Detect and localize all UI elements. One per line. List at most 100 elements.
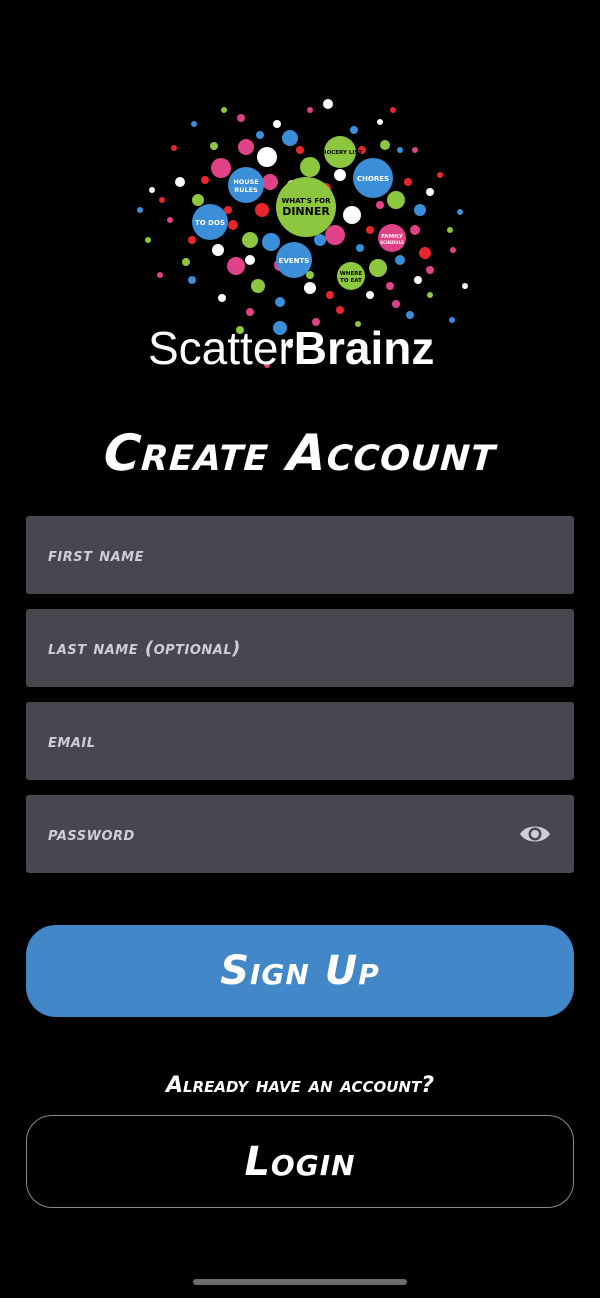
bubble-family-schedule: FAMILY SCHEDULE: [378, 224, 406, 252]
login-button[interactable]: Login: [26, 1115, 574, 1208]
logo-dot: [386, 282, 394, 290]
logo-dot: [227, 257, 245, 275]
logo-dot: [212, 244, 224, 256]
sign-up-button[interactable]: Sign Up: [26, 925, 574, 1017]
svg-text:GROCERY LIST: GROCERY LIST: [318, 150, 363, 156]
logo-dot: [380, 140, 390, 150]
logo-dot: [238, 139, 254, 155]
logo-dot: [175, 177, 185, 187]
logo-dot: [282, 130, 298, 146]
logo-dot: [237, 114, 245, 122]
logo-dot: [449, 317, 455, 323]
logo-dot: [414, 204, 426, 216]
logo-dot: [145, 237, 151, 243]
logo-dot: [369, 259, 387, 277]
svg-text:DINNER: DINNER: [282, 205, 330, 218]
logo-dot: [242, 232, 258, 248]
logo-dot: [300, 157, 320, 177]
logo-dot: [159, 197, 165, 203]
eye-icon[interactable]: [518, 819, 552, 849]
logo-dot: [366, 226, 374, 234]
logo-dot: [323, 99, 333, 109]
logo-dot: [251, 279, 265, 293]
logo-dot: [182, 258, 190, 266]
logo-dot: [167, 217, 173, 223]
bubble-house-rules: HOUSE RULES: [228, 167, 264, 203]
logo-dot: [462, 283, 468, 289]
svg-text:TO DOS: TO DOS: [195, 219, 225, 227]
logo-dot: [343, 206, 361, 224]
logo-dot: [414, 276, 422, 284]
logo-dot: [304, 282, 316, 294]
logo-dot: [426, 188, 434, 196]
logo-dot: [457, 209, 463, 215]
logo-dot: [314, 234, 326, 246]
home-indicator: [193, 1279, 407, 1285]
bubble-to-dos: TO DOS: [192, 204, 228, 240]
logo-dot: [336, 306, 344, 314]
page-title: Create Account: [102, 424, 498, 482]
logo-dot: [191, 121, 197, 127]
logo-dot: [406, 311, 414, 319]
last-name-field[interactable]: [26, 609, 574, 687]
logo-dot: [387, 191, 405, 209]
last-name-input[interactable]: [26, 609, 574, 687]
logo-graphic: GROCERY LIST HOUSE RULES CHORES WHAT'S F…: [137, 99, 468, 374]
logo-dot: [275, 297, 285, 307]
svg-text:CHORES: CHORES: [357, 175, 389, 183]
svg-text:TO EAT: TO EAT: [340, 278, 362, 284]
logo-dot: [404, 178, 412, 186]
first-name-field[interactable]: [26, 516, 574, 594]
password-input[interactable]: [26, 795, 574, 873]
login-prompt: Already have an account?: [166, 1073, 434, 1098]
logo-dot: [228, 220, 238, 230]
bubble-where-to-eat: WHERE TO EAT: [337, 262, 365, 290]
logo-dot: [201, 176, 209, 184]
logo-dot: [419, 247, 431, 259]
logo-wordmark: ScatterBrainz: [148, 322, 434, 374]
svg-text:WHERE: WHERE: [340, 271, 363, 277]
logo-dot: [397, 147, 403, 153]
bubble-events: EVENTS: [276, 242, 312, 278]
logo-dot: [137, 207, 143, 213]
logo-dot: [256, 131, 264, 139]
logo-dot: [221, 107, 227, 113]
logo-dot: [211, 158, 231, 178]
svg-text:WHAT'S FOR: WHAT'S FOR: [282, 197, 332, 205]
logo-dot: [245, 255, 255, 265]
logo-dot: [427, 292, 433, 298]
logo-dot: [210, 142, 218, 150]
logo-dot: [149, 187, 155, 193]
first-name-input[interactable]: [26, 516, 574, 594]
logo-dot: [218, 294, 226, 302]
svg-text:EVENTS: EVENTS: [279, 257, 310, 265]
logo-dot: [450, 247, 456, 253]
logo-dot: [350, 126, 358, 134]
email-input[interactable]: [26, 702, 574, 780]
logo-dot: [307, 107, 313, 113]
logo-dot: [262, 233, 280, 251]
email-field[interactable]: [26, 702, 574, 780]
logo-dot: [192, 194, 204, 206]
bubble-chores: CHORES: [353, 158, 393, 198]
logo-dot: [376, 201, 384, 209]
logo-dot: [188, 276, 196, 284]
logo-dot: [188, 236, 196, 244]
password-field[interactable]: [26, 795, 574, 873]
logo-dot: [326, 291, 334, 299]
logo-dot: [392, 300, 400, 308]
logo-dot: [390, 107, 396, 113]
logo-dot: [410, 225, 420, 235]
logo-dot: [296, 146, 304, 154]
logo-dot: [157, 272, 163, 278]
logo-dot: [356, 244, 364, 252]
logo-dot: [273, 120, 281, 128]
svg-text:RULES: RULES: [234, 186, 258, 194]
logo-dot: [334, 169, 346, 181]
logo-dot: [171, 145, 177, 151]
app-logo: GROCERY LIST HOUSE RULES CHORES WHAT'S F…: [130, 90, 470, 390]
svg-text:HOUSE: HOUSE: [233, 178, 258, 186]
logo-dot: [377, 119, 383, 125]
logo-dot: [325, 225, 345, 245]
logo-dot: [366, 291, 374, 299]
